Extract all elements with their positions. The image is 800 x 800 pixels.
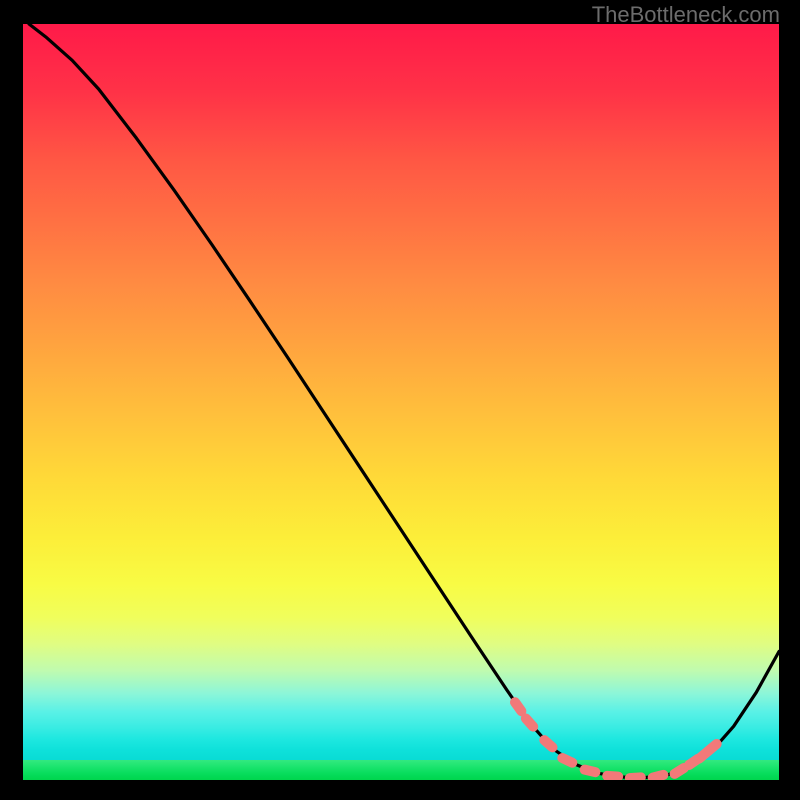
marker-pill xyxy=(579,764,602,779)
curve-line xyxy=(29,24,779,778)
marker-pill xyxy=(602,771,624,780)
marker-pill xyxy=(625,772,647,780)
highlight-markers xyxy=(508,695,724,780)
chart-overlay xyxy=(23,24,779,780)
marker-pill xyxy=(647,769,670,780)
attribution-label: TheBottleneck.com xyxy=(592,2,780,28)
